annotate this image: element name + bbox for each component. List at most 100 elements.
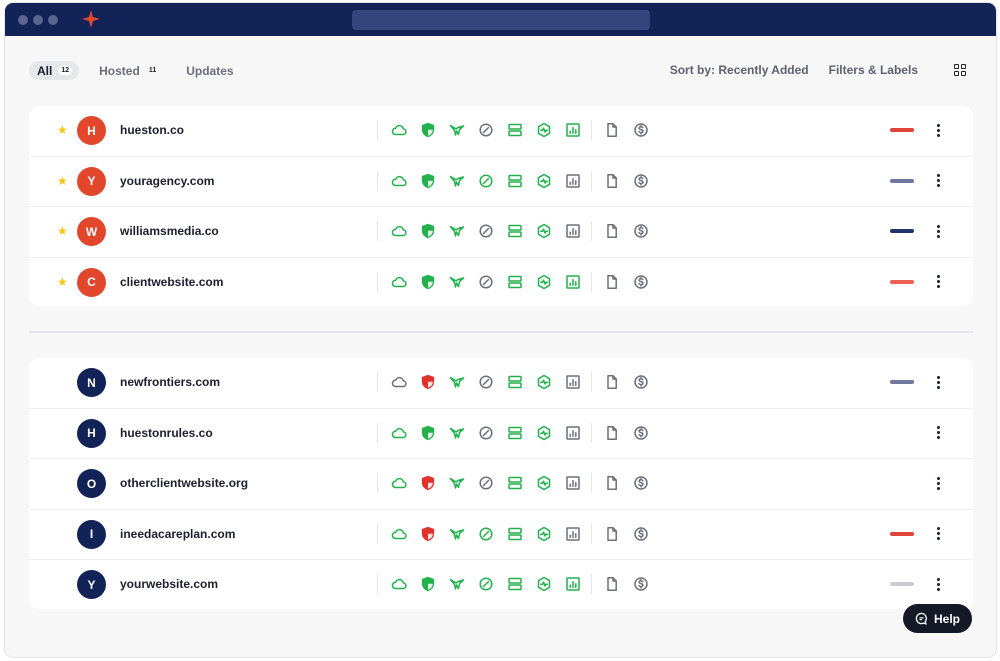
more-options-icon[interactable] <box>934 222 942 240</box>
hummingbird-icon[interactable] <box>449 274 465 290</box>
star-icon[interactable]: ★ <box>57 276 69 288</box>
site-label-tag[interactable] <box>890 178 914 183</box>
server-icon[interactable] <box>507 526 523 542</box>
analytics-icon[interactable] <box>565 576 581 592</box>
dollar-icon[interactable] <box>633 576 649 592</box>
site-row[interactable]: Iineedacareplan.com <box>29 510 973 560</box>
site-row[interactable]: ★ Cclientwebsite.com <box>29 258 973 309</box>
server-icon[interactable] <box>507 223 523 239</box>
analytics-icon[interactable] <box>565 475 581 491</box>
more-options-icon[interactable] <box>934 373 942 391</box>
star-icon[interactable]: ★ <box>57 175 69 187</box>
cloud-icon[interactable] <box>391 122 407 138</box>
document-icon[interactable] <box>604 374 620 390</box>
speed-icon[interactable] <box>478 425 494 441</box>
server-icon[interactable] <box>507 274 523 290</box>
dollar-icon[interactable] <box>633 274 649 290</box>
shield-icon[interactable] <box>420 526 436 542</box>
server-icon[interactable] <box>507 173 523 189</box>
more-options-icon[interactable] <box>934 474 942 492</box>
site-label-tag[interactable] <box>890 229 914 233</box>
more-options-icon[interactable] <box>934 172 942 190</box>
document-icon[interactable] <box>604 173 620 189</box>
cloud-icon[interactable] <box>391 576 407 592</box>
speed-icon[interactable] <box>478 576 494 592</box>
site-label-tag[interactable] <box>890 380 914 384</box>
dollar-icon[interactable] <box>633 173 649 189</box>
more-options-icon[interactable] <box>934 121 942 139</box>
shield-icon[interactable] <box>420 475 436 491</box>
shield-icon[interactable] <box>420 425 436 441</box>
grid-view-icon[interactable] <box>954 64 966 76</box>
cloud-icon[interactable] <box>391 173 407 189</box>
more-options-icon[interactable] <box>934 575 942 593</box>
site-name-link[interactable]: huestonrules.co <box>120 426 213 440</box>
analytics-icon[interactable] <box>565 526 581 542</box>
speed-icon[interactable] <box>478 526 494 542</box>
document-icon[interactable] <box>604 425 620 441</box>
speed-icon[interactable] <box>478 173 494 189</box>
filters-labels-button[interactable]: Filters & Labels <box>829 63 918 77</box>
security-hex-icon[interactable] <box>536 223 552 239</box>
analytics-icon[interactable] <box>565 374 581 390</box>
site-name-link[interactable]: williamsmedia.co <box>120 224 219 238</box>
site-name-link[interactable]: youragency.com <box>120 174 214 188</box>
site-name-link[interactable]: otherclientwebsite.org <box>120 476 248 490</box>
server-icon[interactable] <box>507 122 523 138</box>
shield-icon[interactable] <box>420 223 436 239</box>
star-icon[interactable]: ★ <box>57 124 69 136</box>
site-label-tag[interactable] <box>890 531 914 536</box>
cloud-icon[interactable] <box>391 526 407 542</box>
hummingbird-icon[interactable] <box>449 223 465 239</box>
server-icon[interactable] <box>507 576 523 592</box>
analytics-icon[interactable] <box>565 274 581 290</box>
server-icon[interactable] <box>507 425 523 441</box>
security-hex-icon[interactable] <box>536 425 552 441</box>
address-bar[interactable] <box>352 10 650 30</box>
site-name-link[interactable]: clientwebsite.com <box>120 275 223 289</box>
more-options-icon[interactable] <box>934 273 942 291</box>
shield-icon[interactable] <box>420 576 436 592</box>
speed-icon[interactable] <box>478 122 494 138</box>
site-row[interactable]: ★ Yyouragency.com <box>29 157 973 207</box>
dollar-icon[interactable] <box>633 374 649 390</box>
cloud-icon[interactable] <box>391 374 407 390</box>
site-row[interactable]: Hhuestonrules.co <box>29 409 973 459</box>
speed-icon[interactable] <box>478 475 494 491</box>
hummingbird-icon[interactable] <box>449 425 465 441</box>
server-icon[interactable] <box>507 374 523 390</box>
sort-dropdown[interactable]: Sort by: Recently Added <box>670 63 809 77</box>
speed-icon[interactable] <box>478 374 494 390</box>
shield-icon[interactable] <box>420 374 436 390</box>
site-row[interactable]: Nnewfrontiers.com <box>29 358 973 409</box>
site-label-tag[interactable] <box>890 279 914 284</box>
site-row[interactable]: Yyourwebsite.com <box>29 560 973 611</box>
speed-icon[interactable] <box>478 223 494 239</box>
hummingbird-icon[interactable] <box>449 526 465 542</box>
hummingbird-icon[interactable] <box>449 173 465 189</box>
dollar-icon[interactable] <box>633 122 649 138</box>
security-hex-icon[interactable] <box>536 173 552 189</box>
shield-icon[interactable] <box>420 122 436 138</box>
security-hex-icon[interactable] <box>536 274 552 290</box>
security-hex-icon[interactable] <box>536 526 552 542</box>
site-label-tag[interactable] <box>890 128 914 132</box>
dollar-icon[interactable] <box>633 425 649 441</box>
analytics-icon[interactable] <box>565 173 581 189</box>
help-button[interactable]: Help <box>903 604 972 633</box>
security-hex-icon[interactable] <box>536 122 552 138</box>
dollar-icon[interactable] <box>633 526 649 542</box>
analytics-icon[interactable] <box>565 122 581 138</box>
document-icon[interactable] <box>604 475 620 491</box>
cloud-icon[interactable] <box>391 425 407 441</box>
tab-hosted[interactable]: Hosted 11 <box>91 61 166 80</box>
close-window-dot[interactable] <box>18 15 28 25</box>
site-name-link[interactable]: newfrontiers.com <box>120 375 220 389</box>
site-row[interactable]: ★ Hhueston.co <box>29 106 973 157</box>
more-options-icon[interactable] <box>934 424 942 442</box>
document-icon[interactable] <box>604 223 620 239</box>
maximize-window-dot[interactable] <box>48 15 58 25</box>
star-icon[interactable]: ★ <box>57 225 69 237</box>
hummingbird-icon[interactable] <box>449 374 465 390</box>
document-icon[interactable] <box>604 576 620 592</box>
